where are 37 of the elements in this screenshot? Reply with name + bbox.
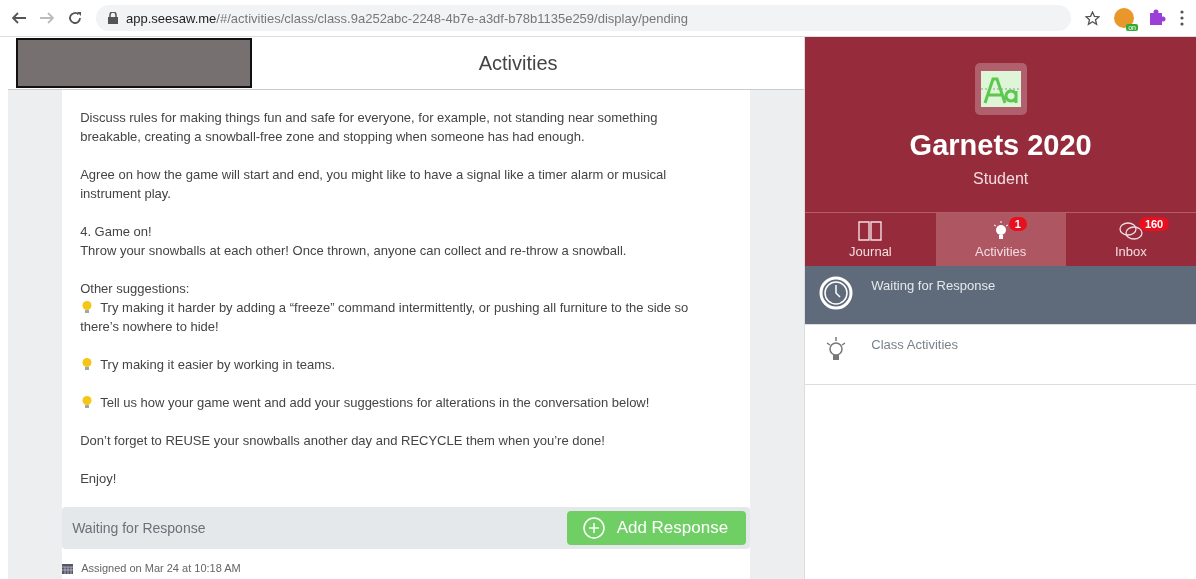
menu-icon[interactable] (1180, 10, 1184, 26)
nav-tab[interactable]: Inbox 160 (1065, 213, 1196, 266)
filter-item[interactable]: Waiting for Response (805, 266, 1196, 325)
puzzle-icon[interactable] (1148, 9, 1166, 27)
paragraph: Agree on how the game will start and end, you might like to have a signal like a timer alarm or musical instrument play. (80, 166, 668, 203)
nav-tab[interactable]: Activities 1 (935, 213, 1066, 266)
paragraph: Other suggestions: (80, 280, 191, 298)
star-icon[interactable] (1085, 10, 1100, 26)
nav-tab[interactable]: Journal (805, 213, 936, 266)
count-badge: 160 (1138, 217, 1170, 231)
calendar-icon (62, 562, 74, 574)
lightbulb-icon (991, 220, 1010, 241)
paragraph: Don’t forget to REUSE your snowballs another day and RECYCLE them when you’re done! (80, 432, 606, 450)
tip-text: Try making it easier by working in teams. (80, 355, 721, 374)
tip-text: Try making it harder by adding a “freeze” command intermittently, or pushing all furniture to the side so there’s nowhere to hide! (80, 299, 690, 336)
tip-text: Tell us how your game went and add your suggestions for alterations in the conversation below! (80, 393, 721, 412)
clock-icon (819, 276, 854, 310)
paragraph: Discuss rules for making things fun and safe for everyone, for example, not standing near something breakable, creating a snowball-free zone and stopping when someone has had enough. (80, 109, 659, 146)
letters-icon (980, 71, 1021, 107)
back-icon[interactable] (12, 12, 26, 24)
lock-icon (108, 12, 118, 24)
status-text: Waiting for Response (72, 520, 206, 536)
url-host: app.seesaw.me (126, 10, 217, 26)
url-path: /#/activities/class/class.9a252abc-2248-4b7e-a3df-b78b1135e259/display/pending (216, 10, 689, 26)
count-badge: 1 (1008, 217, 1027, 231)
paragraph: Enjoy! (80, 470, 118, 488)
page-title: Activities (477, 51, 559, 75)
chat-bubbles-icon (1117, 220, 1144, 241)
class-name: Garnets 2020 (909, 129, 1092, 162)
paragraph: 4. Game on! (80, 223, 153, 241)
role-label: Student (973, 170, 1029, 188)
assigned-date: Assigned on Mar 24 at 10:18 AM (81, 562, 241, 574)
address-bar[interactable]: app.seesaw.me/#/activities/class/class.9a252abc-2248-4b7e-a3df-b78b1135e259/display/pending (96, 5, 1071, 31)
reload-icon[interactable] (68, 11, 82, 25)
book-icon (858, 220, 883, 241)
paragraph: Throw your snowballs at each other! Once thrown, anyone can collect and re-throw a snowball. (80, 242, 628, 260)
plus-circle-icon (582, 517, 605, 539)
